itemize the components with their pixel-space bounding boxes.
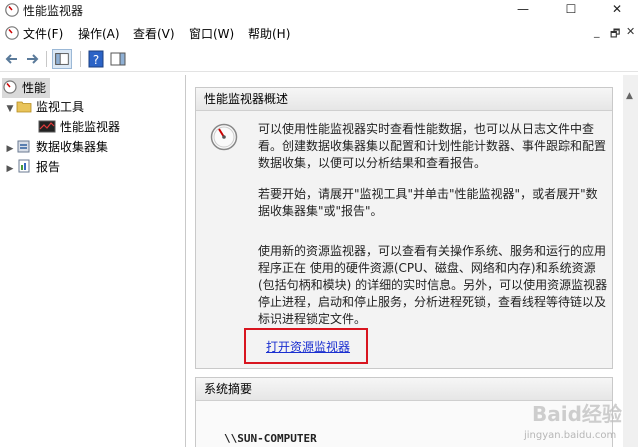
performance-gauge-icon [210,123,238,151]
chevron-down-icon[interactable]: ▼ [4,99,16,119]
minimize-button[interactable]: — [500,0,546,20]
close-button[interactable]: ✕ [594,0,638,20]
menu-file[interactable]: 文件(F) [23,25,63,42]
overview-panel: 性能监视器概述 可以使用性能监视器实时查看性能数据，也可以从日志文件中查看。创建… [195,87,613,369]
menu-window[interactable]: 窗口(W) [189,25,234,42]
menu-bar: 文件(F) 操作(A) 查看(V) 窗口(W) 帮助(H) _ 🗗 ✕ [0,22,638,44]
toolbar-separator [80,51,81,67]
window-title: 性能监视器 [23,4,84,18]
menu-view[interactable]: 查看(V) [133,25,175,42]
maximize-button[interactable]: ☐ [548,0,594,20]
back-arrow-icon[interactable] [2,49,22,69]
tree-item-performance-monitor[interactable]: 性能监视器 [38,117,120,137]
data-collector-icon [17,140,30,153]
chevron-right-icon[interactable]: ▶ [4,159,16,179]
watermark-text: Baid经验 [532,402,622,426]
tree-item-performance[interactable]: 性能 [2,78,50,98]
overview-paragraph-1: 可以使用性能监视器实时查看性能数据，也可以从日志文件中查看。创建数据收集器集以配… [258,122,607,170]
forward-arrow-icon[interactable] [22,49,42,69]
help-icon[interactable]: ? [86,49,106,69]
performance-monitor-icon [5,26,19,40]
mdi-close-button[interactable]: ✕ [626,25,635,38]
show-hide-action-pane-icon[interactable] [108,49,128,69]
tree-label: 性能监视器 [60,120,121,134]
tree-item-data-collector-sets[interactable]: ▶ 数据收集器集 [4,137,108,157]
overview-header: 性能监视器概述 [196,88,612,111]
performance-monitor-app-icon [5,3,19,17]
performance-icon [3,80,17,94]
report-icon [18,159,30,173]
svg-text:?: ? [93,53,99,67]
open-resource-monitor-link[interactable]: 打开资源监视器 [266,338,350,355]
overview-paragraph-2: 若要开始，请展开"监视工具"并单击"性能监视器"，或者展开"数据收集器集"或"报… [258,187,598,218]
toolbar-separator [46,51,47,67]
menu-help[interactable]: 帮助(H) [248,25,290,42]
tree-label: 监视工具 [36,100,85,114]
mdi-minimize-button[interactable]: _ [594,25,600,38]
computer-name: \\SUN-COMPUTER [224,432,317,445]
console-tree: 性能 ▼ 监视工具 性能监视器 ▶ 数据收集器集 ▶ 报告 [0,75,186,447]
performance-monitor-graph-icon [38,120,56,133]
open-resource-monitor-highlight: 打开资源监视器 [244,328,368,364]
watermark-url: jingyan.baidu.com [524,430,617,441]
chevron-right-icon[interactable]: ▶ [4,139,16,159]
toolbar: ? [0,46,638,72]
tree-item-reports[interactable]: ▶ 报告 [4,157,60,177]
scroll-up-arrow-icon[interactable]: ▲ [626,91,633,101]
folder-icon [16,101,32,113]
tree-label: 数据收集器集 [36,140,109,154]
tree-label: 性能 [22,81,47,95]
title-bar: 性能监视器 — ☐ ✕ [0,0,638,20]
tree-label: 报告 [36,160,61,174]
show-hide-console-tree-icon[interactable] [52,49,72,69]
overview-paragraph-3: 使用新的资源监视器，可以查看有关操作系统、服务和运行的应用程序正在 使用的硬件资… [258,244,608,326]
menu-action[interactable]: 操作(A) [78,25,120,42]
mdi-restore-button[interactable]: 🗗 [610,25,620,44]
baidu-watermark: Baid经验 jingyan.baidu.com [498,388,638,447]
tree-item-monitoring-tools[interactable]: ▼ 监视工具 [4,97,84,117]
